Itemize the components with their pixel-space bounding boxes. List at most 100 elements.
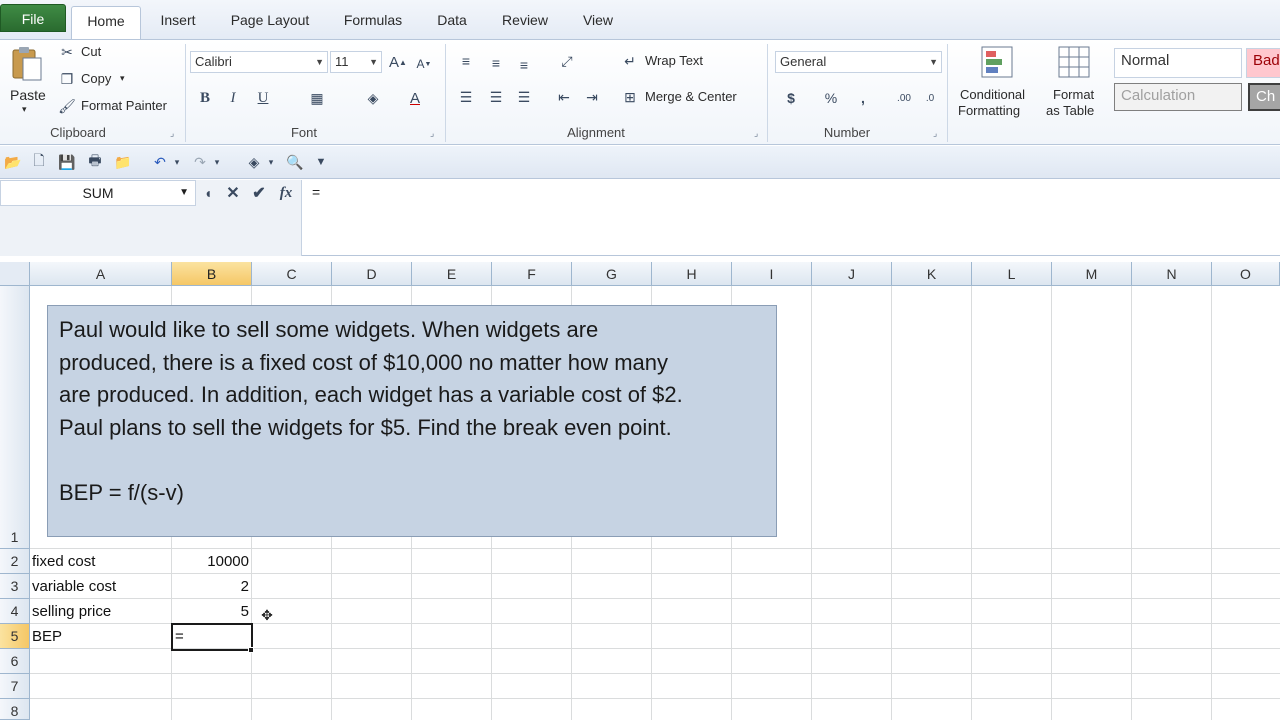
comma-button[interactable]: , <box>854 88 872 108</box>
align-top-icon[interactable]: ≡ <box>456 52 476 70</box>
fill-dropdown-icon[interactable]: ▾ <box>266 153 276 171</box>
number-format-select[interactable]: General ▼ <box>775 51 942 73</box>
worksheet-grid[interactable]: A B C D E F G H I J K L M N O 1 2 3 4 5 … <box>0 262 1280 720</box>
number-launcher-icon[interactable]: ⌟ <box>933 128 937 139</box>
underline-button[interactable]: U <box>252 88 274 108</box>
column-header-o[interactable]: O <box>1212 262 1280 286</box>
row-header-7[interactable]: 7 <box>0 674 30 699</box>
increase-decimal-icon[interactable]: .00 <box>894 88 914 108</box>
grow-font-icon[interactable]: A ▲ <box>388 52 408 72</box>
format-painter-icon[interactable]: 🖌 <box>58 98 76 114</box>
align-bottom-icon[interactable]: ≡ <box>514 56 534 74</box>
row-header-6[interactable]: 6 <box>0 649 30 674</box>
tab-review[interactable]: Review <box>492 6 558 40</box>
new-icon[interactable]: 🗋 <box>30 152 48 171</box>
active-cell-border[interactable] <box>171 623 253 651</box>
font-color-icon[interactable]: A <box>404 88 426 108</box>
paste-dropdown-icon[interactable]: ▾ <box>22 104 27 115</box>
cell-a5[interactable]: BEP <box>32 624 62 649</box>
cell-a4[interactable]: selling price <box>32 599 111 624</box>
customize-qat-icon[interactable]: ▼ <box>314 153 328 171</box>
merge-center-icon[interactable]: ⊞ <box>620 88 640 106</box>
column-header-j[interactable]: J <box>812 262 892 286</box>
formula-input[interactable]: = <box>302 180 1280 256</box>
resize-handle-icon[interactable]: ◖ <box>200 183 216 203</box>
tab-data[interactable]: Data <box>426 6 478 40</box>
row-header-4[interactable]: 4 <box>0 599 30 624</box>
column-header-a[interactable]: A <box>30 262 172 286</box>
save-icon[interactable]: 💾 <box>58 153 76 171</box>
copy-dropdown-icon[interactable]: ▾ <box>120 73 125 84</box>
bold-button[interactable]: B <box>196 88 214 108</box>
merge-center-button[interactable]: Merge & Center <box>645 89 737 104</box>
column-header-n[interactable]: N <box>1132 262 1212 286</box>
align-left-icon[interactable]: ☰ <box>456 88 476 106</box>
cut-icon[interactable]: ✂ <box>58 44 76 60</box>
cell-b3[interactable]: 2 <box>172 574 249 599</box>
open-icon[interactable]: 📂 <box>4 153 22 171</box>
column-header-i[interactable]: I <box>732 262 812 286</box>
redo-icon[interactable]: ↷ <box>190 153 210 171</box>
tab-insert[interactable]: Insert <box>150 6 206 40</box>
fill-handle[interactable] <box>248 647 254 653</box>
italic-button[interactable]: I <box>224 88 242 108</box>
format-as-table-button[interactable]: Format <box>1053 87 1094 102</box>
enter-check-icon[interactable]: ✔ <box>250 183 268 203</box>
cancel-icon[interactable]: ✕ <box>224 183 242 203</box>
column-header-f[interactable]: F <box>492 262 572 286</box>
currency-button[interactable]: $ <box>782 88 800 108</box>
decrease-indent-icon[interactable]: ⇤ <box>554 88 574 106</box>
tab-home[interactable]: Home <box>71 6 141 40</box>
column-header-m[interactable]: M <box>1052 262 1132 286</box>
shrink-font-icon[interactable]: A ▼ <box>414 54 434 74</box>
name-box[interactable]: SUM ▼ <box>0 180 196 206</box>
orientation-icon[interactable]: ⤢ <box>556 52 578 70</box>
font-name-select[interactable]: Calibri ▼ <box>190 51 328 73</box>
cell-a2[interactable]: fixed cost <box>32 549 95 574</box>
column-header-e[interactable]: E <box>412 262 492 286</box>
paste-icon[interactable] <box>8 44 46 84</box>
style-check-cell[interactable]: Ch <box>1248 83 1280 111</box>
align-middle-icon[interactable]: ≡ <box>486 54 506 72</box>
clipboard-launcher-icon[interactable]: ⌟ <box>170 128 174 139</box>
cell-b4[interactable]: 5 <box>172 599 249 624</box>
tab-view[interactable]: View <box>572 6 624 40</box>
column-header-l[interactable]: L <box>972 262 1052 286</box>
column-header-b[interactable]: B <box>172 262 252 286</box>
cut-button[interactable]: Cut <box>81 44 101 59</box>
style-calculation[interactable]: Calculation <box>1114 83 1242 111</box>
row-header-1[interactable]: 1 <box>0 286 30 549</box>
font-launcher-icon[interactable]: ⌟ <box>430 128 434 139</box>
fill-color-icon[interactable]: ◈ <box>362 88 384 108</box>
font-size-select[interactable]: 11 ▼ <box>330 51 382 73</box>
column-header-c[interactable]: C <box>252 262 332 286</box>
conditional-formatting-icon[interactable] <box>978 44 1016 80</box>
align-right-icon[interactable]: ☰ <box>514 88 534 106</box>
increase-indent-icon[interactable]: ⇥ <box>582 88 602 106</box>
row-header-8[interactable]: 8 <box>0 699 30 720</box>
row-header-2[interactable]: 2 <box>0 549 30 574</box>
undo-icon[interactable]: ↶ <box>150 153 170 171</box>
row-header-3[interactable]: 3 <box>0 574 30 599</box>
copy-icon[interactable]: ❐ <box>58 71 76 87</box>
cell-a3[interactable]: variable cost <box>32 574 116 599</box>
column-header-h[interactable]: H <box>652 262 732 286</box>
redo-dropdown-icon[interactable]: ▾ <box>212 153 222 171</box>
tab-formulas[interactable]: Formulas <box>334 6 412 40</box>
borders-icon[interactable]: ▦ <box>306 88 328 108</box>
alignment-launcher-icon[interactable]: ⌟ <box>754 128 758 139</box>
zoom-icon[interactable]: 🔍 <box>285 153 305 171</box>
format-painter-button[interactable]: Format Painter <box>81 98 167 113</box>
column-header-k[interactable]: K <box>892 262 972 286</box>
fill-icon[interactable]: ◈ <box>244 153 264 171</box>
row-header-5[interactable]: 5 <box>0 624 30 649</box>
column-header-g[interactable]: G <box>572 262 652 286</box>
style-bad[interactable]: Bad <box>1246 48 1280 78</box>
tab-file[interactable]: File <box>0 4 66 32</box>
wrap-text-icon[interactable]: ↵ <box>620 52 640 70</box>
format-as-table-icon[interactable] <box>1055 44 1093 80</box>
select-all-corner[interactable] <box>0 262 30 286</box>
insert-function-icon[interactable]: fx <box>276 183 296 203</box>
copy-button[interactable]: Copy <box>81 71 111 86</box>
cell-b2[interactable]: 10000 <box>172 549 249 574</box>
